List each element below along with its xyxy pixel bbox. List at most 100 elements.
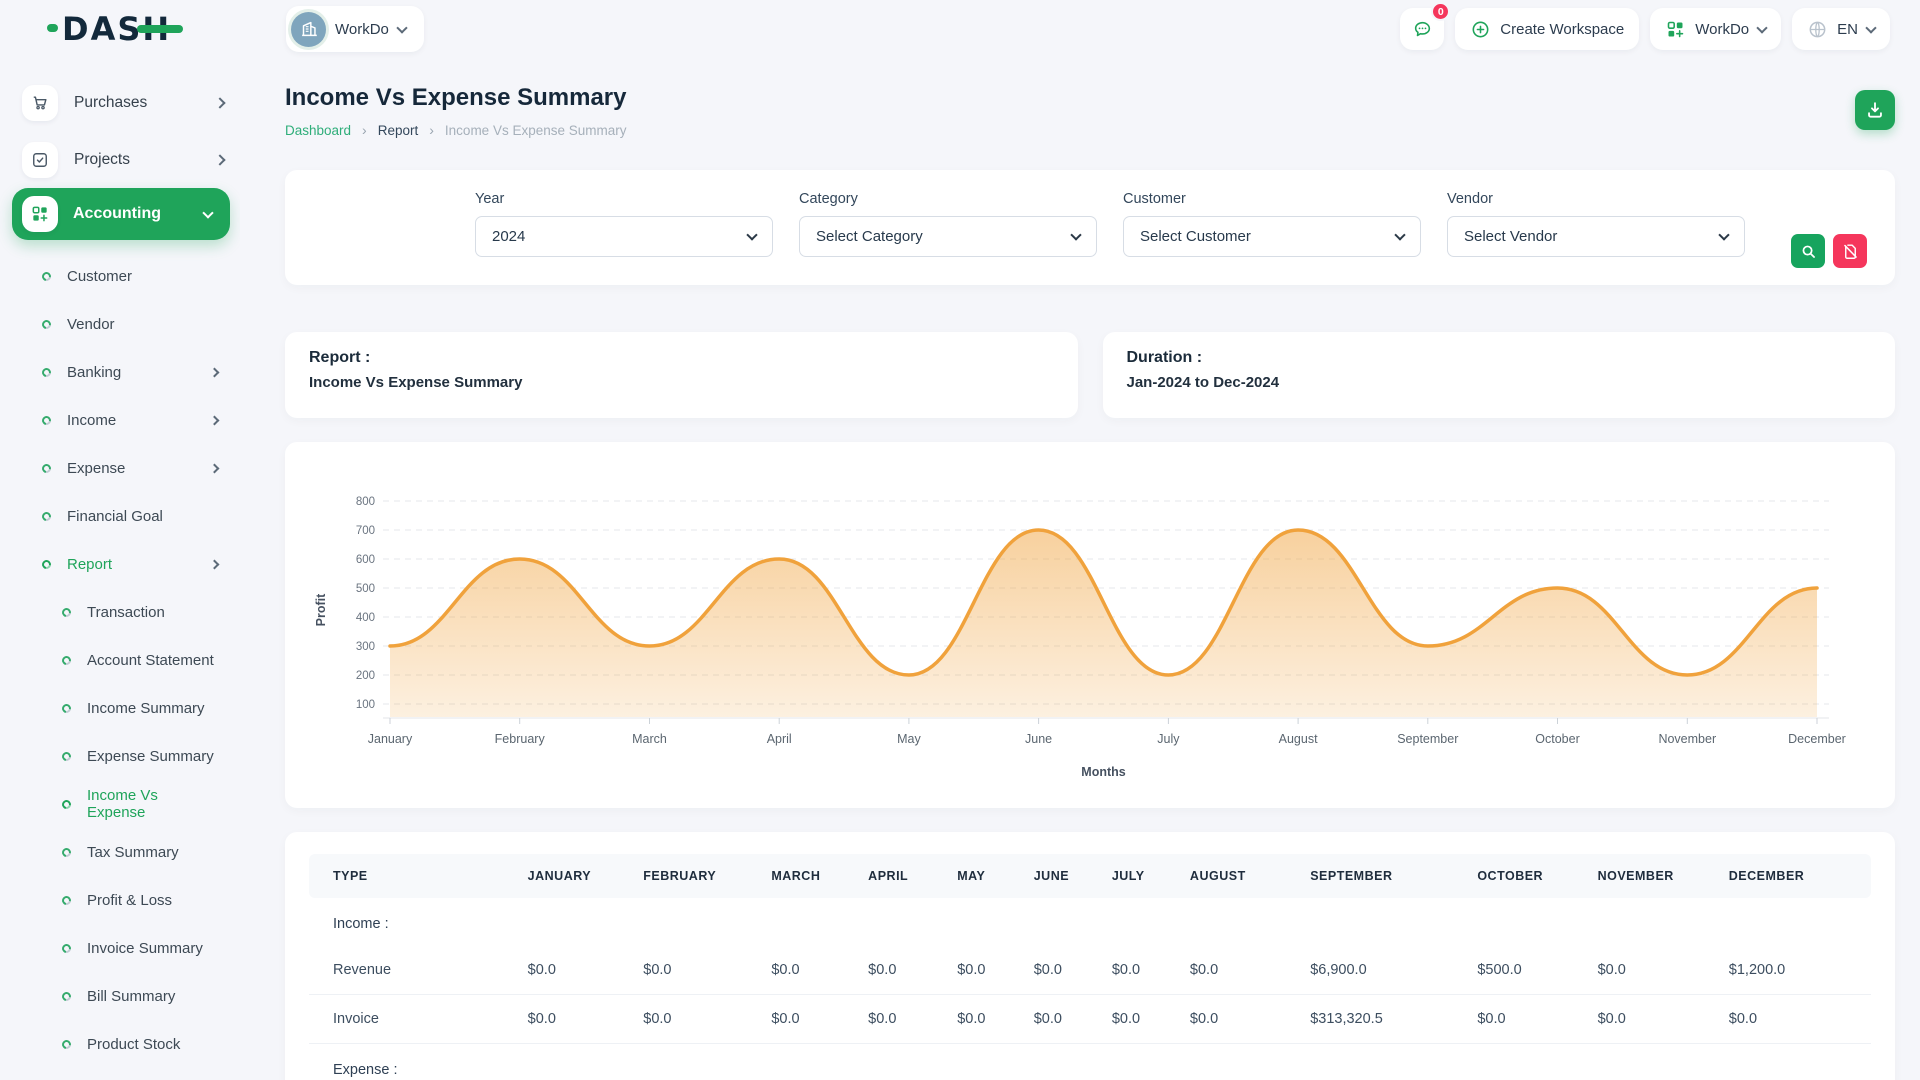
messages-button[interactable]: 0 [1400,8,1444,50]
sidebar-item-invoice-summary[interactable]: Invoice Summary [0,924,240,972]
breadcrumb-current: Income Vs Expense Summary [445,123,627,138]
language-code: EN [1837,21,1858,38]
svg-text:April: April [767,732,792,746]
column-header: OCTOBER [1477,854,1597,898]
sidebar-item-label: Transaction [87,604,165,621]
breadcrumb-dashboard[interactable]: Dashboard [285,123,351,138]
check-square-icon [22,142,58,178]
sidebar-item-account-statement[interactable]: Account Statement [0,636,240,684]
sidebar-item-label: Vendor [67,316,115,333]
chevron-down-icon [746,229,757,240]
sidebar-item-accounting[interactable]: Accounting [12,188,230,240]
svg-text:100: 100 [356,699,375,711]
value-cell: $0.0 [1729,995,1871,1044]
chevron-right-icon [210,463,220,473]
sidebar-top-nav: PurchasesProjects [0,74,240,188]
sidebar-item-financial-goal[interactable]: Financial Goal [0,492,240,540]
sidebar-item-label: Expense Summary [87,748,214,765]
category-select-value: Select Category [816,228,923,245]
column-header: SEPTEMBER [1310,854,1477,898]
app-logo[interactable]: DASH [62,10,171,48]
value-cell: $1,200.0 [1729,946,1871,995]
breadcrumb-report[interactable]: Report [378,123,419,138]
row-type-cell: Invoice [309,995,528,1044]
breadcrumb: Dashboard › Report › Income Vs Expense S… [285,122,1895,138]
customer-label: Customer [1123,191,1421,207]
column-header: NOVEMBER [1598,854,1729,898]
year-select-value: 2024 [492,228,525,245]
category-select[interactable]: Select Category [799,216,1097,257]
ring-icon [60,606,73,619]
sidebar-report-nav: Transaction Account Statement Income Summa… [0,588,240,1080]
sidebar-item-cash-flow[interactable]: Cash Flow [0,1068,240,1080]
sidebar-item-label: Income [67,412,116,429]
filter-card: Year 2024 Category Select Category Custo… [285,170,1895,285]
sidebar-item-label: Accounting [73,205,161,223]
sidebar-item-income-summary[interactable]: Income Summary [0,684,240,732]
svg-text:600: 600 [356,554,375,566]
chat-icon [1412,19,1433,40]
page-title: Income Vs Expense Summary [285,84,1895,112]
sidebar-item-tax-summary[interactable]: Tax Summary [0,828,240,876]
value-cell: $0.0 [868,995,957,1044]
income-vs-expense-table: TYPEJANUARYFEBRUARYMARCHAPRILMAYJUNEJULY… [309,854,1871,1080]
plus-circle-icon [1470,19,1491,40]
app-menu-button[interactable]: WorkDo [1650,8,1781,50]
apply-filter-button[interactable] [1791,234,1825,268]
svg-text:February: February [495,732,546,746]
sidebar-item-expense-summary[interactable]: Expense Summary [0,732,240,780]
vendor-select-value: Select Vendor [1464,228,1557,245]
page-head: Income Vs Expense Summary Dashboard › Re… [285,84,1895,138]
language-selector[interactable]: EN [1792,8,1890,50]
file-off-icon [1841,242,1860,261]
column-header: FEBRUARY [643,854,771,898]
sidebar-item-label: Invoice Summary [87,940,203,957]
sidebar-item-customer[interactable]: Customer [0,252,240,300]
duration-card-value: Jan-2024 to Dec-2024 [1127,374,1872,391]
svg-text:September: September [1397,732,1458,746]
value-cell: $0.0 [957,995,1034,1044]
sidebar-item-label: Financial Goal [67,508,163,525]
svg-text:Months: Months [1081,765,1125,779]
customer-select-value: Select Customer [1140,228,1251,245]
duration-card-title: Duration : [1127,349,1872,367]
sidebar-item-purchases[interactable]: Purchases [0,74,240,131]
value-cell: $0.0 [1190,995,1310,1044]
sidebar-item-bill-summary[interactable]: Bill Summary [0,972,240,1020]
create-workspace-button[interactable]: Create Workspace [1455,8,1639,50]
globe-icon [1807,19,1828,40]
column-header: MARCH [771,854,868,898]
reset-filter-button[interactable] [1833,234,1867,268]
svg-text:May: May [897,732,921,746]
sidebar-item-income[interactable]: Income [0,396,240,444]
grid-plus-icon [22,196,58,232]
value-cell: $0.0 [1598,995,1729,1044]
sidebar-item-projects[interactable]: Projects [0,131,240,188]
chevron-down-icon [202,207,213,218]
vendor-select[interactable]: Select Vendor [1447,216,1745,257]
sidebar-item-product-stock[interactable]: Product Stock [0,1020,240,1068]
customer-select[interactable]: Select Customer [1123,216,1421,257]
workspace-selector[interactable]: WorkDo [286,6,424,52]
sidebar-item-label: Account Statement [87,652,214,669]
column-header: APRIL [868,854,957,898]
chevron-down-icon [1865,22,1876,33]
year-select[interactable]: 2024 [475,216,773,257]
sidebar-item-banking[interactable]: Banking [0,348,240,396]
logo-accent-bar [137,25,183,33]
sidebar-item-vendor[interactable]: Vendor [0,300,240,348]
svg-text:March: March [632,732,667,746]
chevron-right-icon [214,97,225,108]
value-cell: $0.0 [1034,946,1112,995]
sidebar-accounting-nav: Customer Vendor Banking Income Expense Financ… [0,252,240,588]
download-icon [1864,99,1886,121]
sidebar-item-expense[interactable]: Expense [0,444,240,492]
sidebar-item-label: Customer [67,268,132,285]
download-button[interactable] [1855,90,1895,130]
svg-text:300: 300 [356,641,375,653]
sidebar-item-report[interactable]: Report [0,540,240,588]
breadcrumb-separator: › [429,122,434,138]
sidebar-item-profit-loss[interactable]: Profit & Loss [0,876,240,924]
sidebar-item-income-vs-expense[interactable]: Income Vs Expense [0,780,240,828]
sidebar-item-transaction[interactable]: Transaction [0,588,240,636]
